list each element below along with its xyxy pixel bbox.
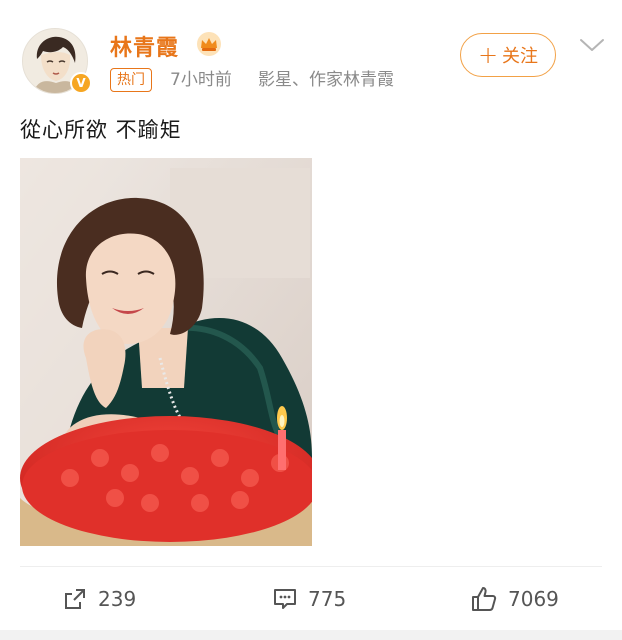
- post-image[interactable]: [20, 158, 312, 546]
- divider: [20, 566, 602, 567]
- username[interactable]: 林青霞: [110, 30, 179, 62]
- plus-icon: +: [477, 41, 499, 69]
- crown-icon: [197, 32, 221, 56]
- share-count: 239: [98, 587, 137, 611]
- hot-badge: 热门: [110, 68, 152, 92]
- chevron-down-icon[interactable]: [578, 36, 606, 54]
- comment-icon: [274, 589, 296, 609]
- user-description: 影星、作家林青霞: [258, 70, 394, 90]
- thumbs-up-icon: [472, 587, 497, 611]
- like-button[interactable]: 7069: [470, 582, 559, 616]
- share-icon: [65, 589, 85, 609]
- like-count: 7069: [508, 587, 559, 611]
- weibo-post: V 林青霞 热门 7小时前 影星、作家林青霞 + 关注 從心所欲 不踰矩 239…: [0, 0, 622, 640]
- comment-button[interactable]: 775: [272, 582, 346, 616]
- share-button[interactable]: 239: [62, 582, 136, 616]
- follow-button-label: 关注: [502, 46, 539, 67]
- bottom-separator: [0, 630, 622, 640]
- follow-button[interactable]: + 关注: [460, 33, 556, 77]
- verified-v-icon: V: [70, 72, 92, 94]
- comment-count: 775: [308, 587, 347, 611]
- post-text: 從心所欲 不踰矩: [20, 118, 182, 142]
- post-time: 7小时前: [170, 70, 232, 90]
